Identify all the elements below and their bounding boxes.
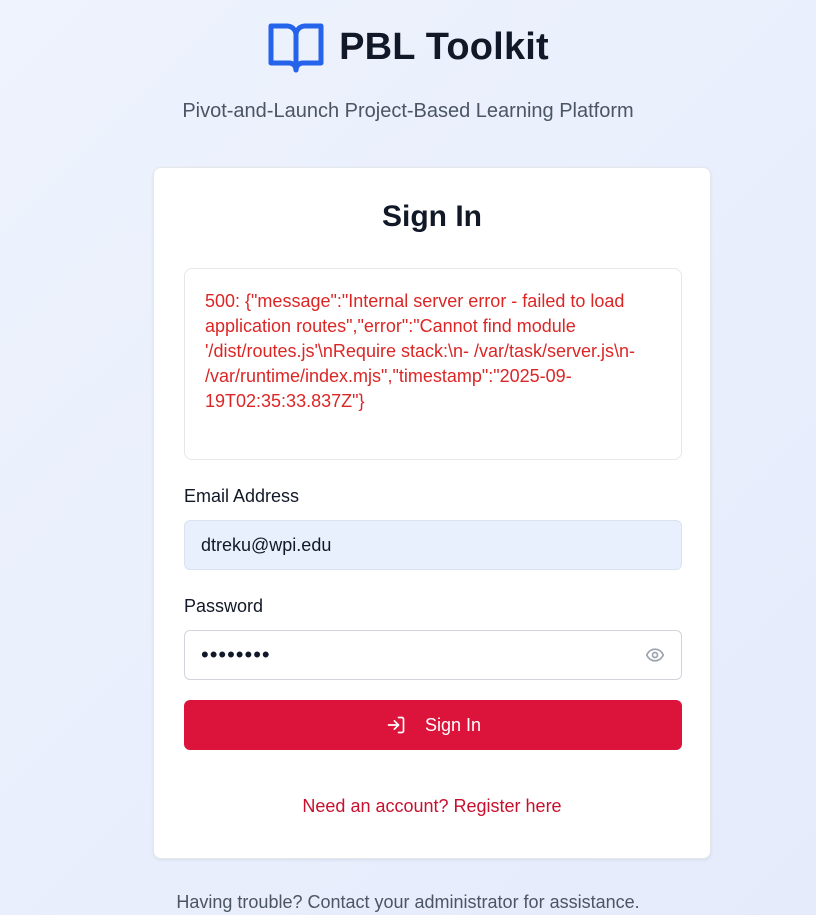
help-footer-text: Having trouble? Contact your administrat…	[176, 892, 640, 912]
password-field[interactable]	[184, 630, 682, 680]
brand-header: PBL Toolkit	[0, 20, 816, 74]
sign-in-button[interactable]: Sign In	[184, 700, 682, 750]
error-alert: 500: {"message":"Internal server error -…	[184, 268, 682, 460]
app-subtitle: Pivot-and-Launch Project-Based Learning …	[182, 100, 634, 122]
eye-icon[interactable]	[644, 644, 666, 666]
sign-in-button-label: Sign In	[424, 714, 482, 735]
email-field[interactable]	[184, 520, 682, 570]
email-label: Email Address	[184, 486, 300, 506]
book-open-icon	[267, 20, 325, 74]
log-in-icon	[385, 714, 407, 736]
register-link[interactable]: Need an account? Register here	[154, 796, 710, 817]
card-title: Sign In	[382, 200, 482, 233]
sign-in-card: Sign In 500: {"message":"Internal server…	[153, 167, 711, 859]
password-label: Password	[184, 596, 264, 616]
app-title: PBL Toolkit	[339, 25, 549, 68]
